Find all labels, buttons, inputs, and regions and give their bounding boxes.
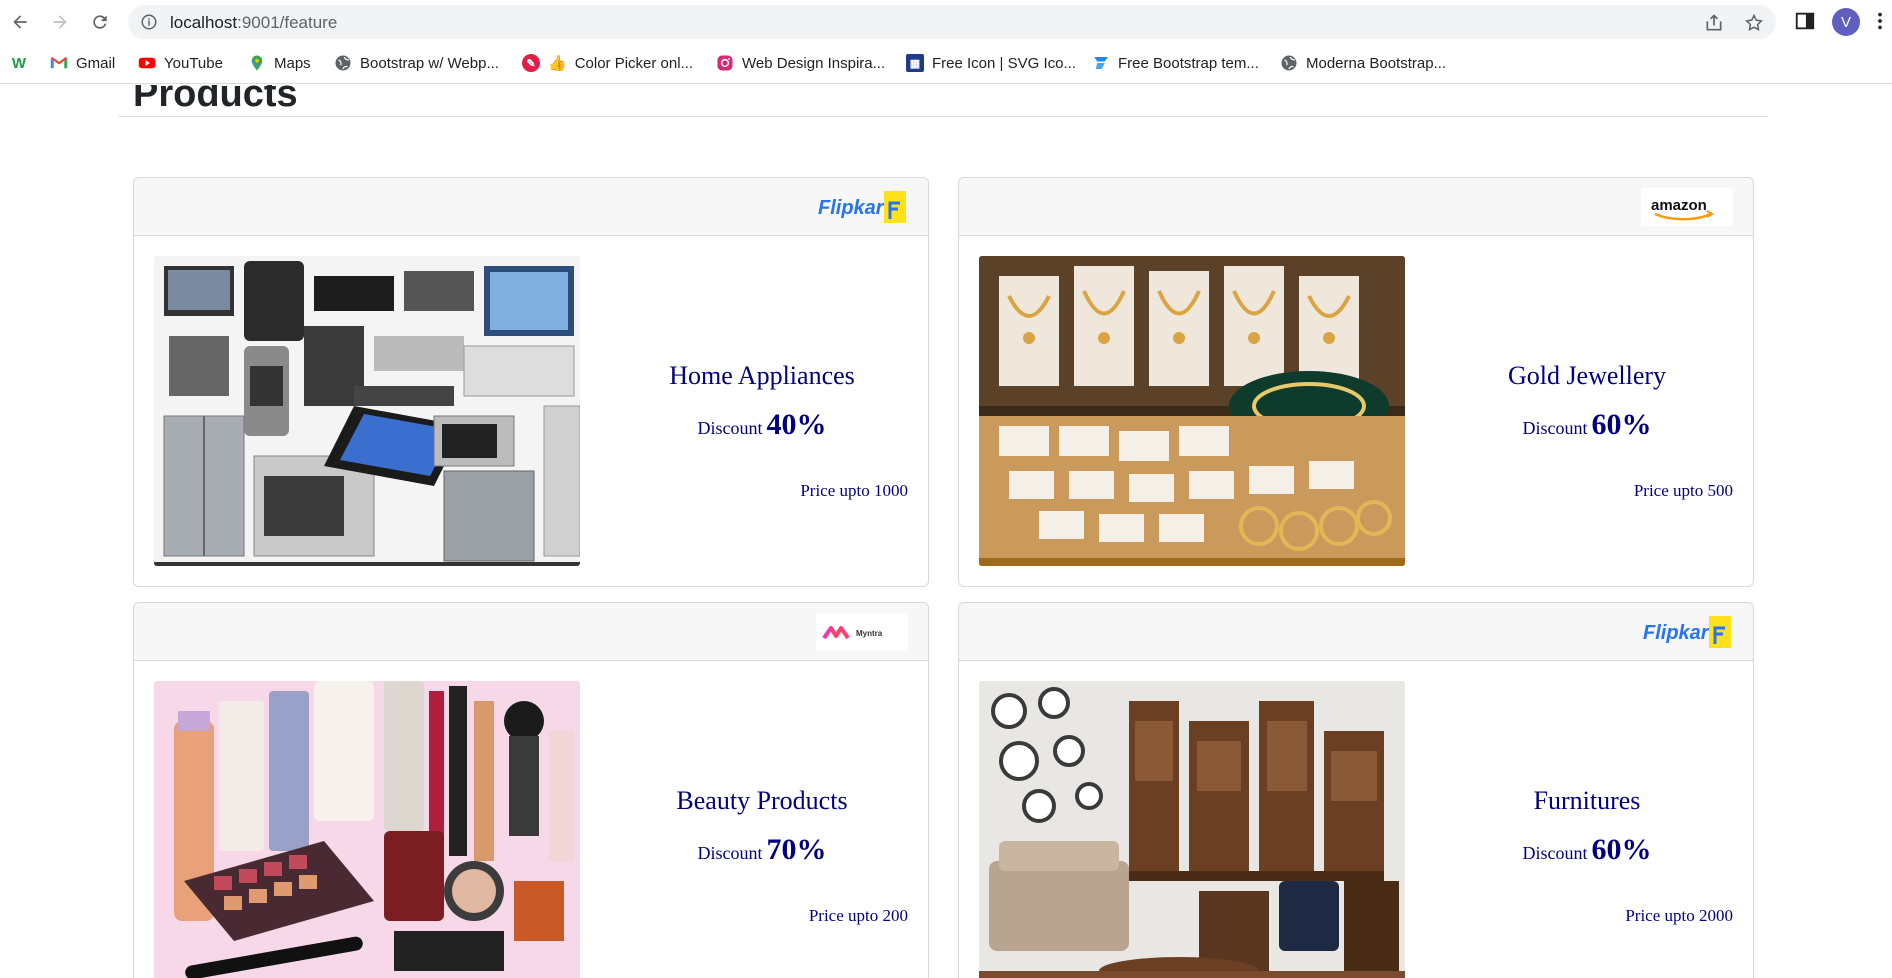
url-text[interactable]: localhost:9001/feature: [170, 13, 337, 33]
discount-label: Discount: [1522, 843, 1588, 863]
discount-label: Discount: [697, 418, 763, 438]
price-text: Price upto 200: [808, 906, 908, 925]
amazon-logo: amazon: [1641, 188, 1733, 226]
bookmark-label: Maps: [274, 54, 311, 72]
bookmark-label: Gmail: [76, 54, 116, 72]
info-icon[interactable]: [140, 13, 158, 31]
bookmark-web-design-inspiration[interactable]: Web Design Inspira...: [716, 52, 885, 74]
card-body: Home Appliances Discount 40% Price upto …: [134, 236, 928, 586]
profile-avatar[interactable]: V: [1832, 8, 1860, 36]
discount: Discount 60%: [1479, 833, 1695, 867]
myntra-logo: Myntra: [816, 613, 908, 651]
price-text: Price upto 1000: [800, 481, 908, 500]
product-title: Home Appliances: [669, 361, 855, 390]
url-host: localhost: [170, 13, 238, 32]
instagram-icon: [717, 55, 733, 71]
svg-text:amazon: amazon: [1651, 197, 1707, 214]
bookmark-label: Moderna Bootstrap...: [1306, 54, 1447, 72]
bookmark-label: Free Icon | SVG Ico...: [932, 54, 1076, 72]
reload-button[interactable]: [86, 8, 114, 36]
svg-text:Myntra: Myntra: [856, 629, 883, 638]
side-panel-icon[interactable]: [1794, 10, 1816, 32]
price-text: Price upto 2000: [1625, 906, 1733, 925]
thumbs-up-icon: 👍: [548, 55, 567, 72]
bookmark-label: Web Design Inspira...: [742, 54, 886, 72]
product-title: Furnitures: [1533, 786, 1641, 815]
card-header: Flipkart: [134, 178, 928, 236]
card-body: Beauty Products Discount 70% Price upto …: [134, 661, 928, 978]
product-card[interactable]: Flipkart: [958, 602, 1754, 978]
discount: Discount 40%: [654, 408, 870, 442]
bookmark-free-bootstrap[interactable]: Free Bootstrap tem...: [1092, 52, 1259, 74]
card-body: Gold Jewellery Discount 60% Price upto 5…: [959, 236, 1753, 586]
svg-text:Flipkart: Flipkart: [818, 197, 892, 219]
bookmark-youtube[interactable]: YouTube: [138, 52, 223, 74]
globe-icon: [335, 55, 351, 71]
beauty-products-image: [154, 681, 580, 978]
color-picker-icon: ✎: [522, 54, 540, 72]
product-title: Beauty Products: [676, 786, 848, 815]
maps-icon: [251, 55, 263, 71]
discount-value: 70%: [766, 833, 827, 866]
youtube-icon: [138, 57, 156, 69]
discount-label: Discount: [1522, 418, 1588, 438]
address-bar[interactable]: localhost:9001/feature: [128, 5, 1776, 39]
bookmark-gmail[interactable]: Gmail: [50, 52, 115, 74]
card-body: Furnitures Discount 60% Price upto 2000: [959, 661, 1753, 978]
reload-icon: [93, 15, 107, 29]
bootstrap-template-icon: [1094, 57, 1108, 69]
bookmarks-bar: W Gmail YouTube Maps Bootstrap w/ Webp..…: [0, 44, 1892, 84]
price-text: Price upto 500: [1633, 481, 1733, 500]
url-path: :9001/feature: [237, 13, 338, 32]
forward-button[interactable]: [46, 8, 74, 36]
bookmark-label: Bootstrap w/ Webp...: [360, 54, 499, 72]
arrow-left-icon: [13, 15, 27, 29]
bookmark-label: Color Picker onl...: [574, 54, 694, 72]
bookmark-moderna-bootstrap[interactable]: Moderna Bootstrap...: [1280, 52, 1446, 74]
browser-toolbar: localhost:9001/feature V: [0, 0, 1892, 44]
bookmark-w[interactable]: W: [10, 52, 36, 74]
product-card[interactable]: Myntra Beauty Products Discount 70% Pric…: [133, 602, 929, 978]
furnitures-image: [979, 681, 1405, 978]
heading-divider: [118, 116, 1768, 117]
bookmark-bootstrap-webp[interactable]: Bootstrap w/ Webp...: [334, 52, 499, 74]
bookmark-maps[interactable]: Maps: [248, 52, 311, 74]
bookmark-label: YouTube: [164, 54, 223, 72]
card-header: Myntra: [134, 603, 928, 661]
gmail-icon: [50, 57, 68, 69]
discount-label: Discount: [697, 843, 763, 863]
home-appliances-image: [154, 256, 580, 566]
share-icon[interactable]: [1704, 13, 1724, 33]
product-card[interactable]: amazon Gold Jewellery Discount 60% Price…: [958, 177, 1754, 587]
svg-text:Flipkart: Flipkart: [1643, 622, 1717, 644]
discount-value: 60%: [1591, 408, 1652, 441]
discount: Discount 60%: [1479, 408, 1695, 442]
w-icon: W: [11, 54, 27, 72]
star-icon[interactable]: [1744, 13, 1764, 33]
flipkart-logo: Flipkart: [816, 188, 908, 226]
gold-jewellery-image: [979, 256, 1405, 566]
page-content: Products Flipkart Home Appliances Discou…: [0, 85, 1892, 978]
discount-value: 40%: [766, 408, 827, 441]
product-title: Gold Jewellery: [1507, 361, 1667, 390]
globe-icon: [1281, 55, 1297, 71]
arrow-right-icon: [53, 15, 67, 29]
bookmark-color-picker[interactable]: ✎ 👍 Color Picker onl...: [522, 52, 693, 74]
product-card[interactable]: Flipkart: [133, 177, 929, 587]
bookmark-free-icon[interactable]: ▦ Free Icon | SVG Ico...: [906, 52, 1076, 74]
discount-value: 60%: [1591, 833, 1652, 866]
discount: Discount 70%: [654, 833, 870, 867]
flipkart-logo: Flipkart: [1641, 613, 1733, 651]
card-header: amazon: [959, 178, 1753, 236]
page-title: Products: [133, 85, 298, 115]
kebab-menu-icon[interactable]: [1874, 10, 1886, 32]
back-button[interactable]: [6, 8, 34, 36]
bookmark-label: Free Bootstrap tem...: [1118, 54, 1259, 72]
svg-icon: ▦: [906, 54, 924, 72]
card-header: Flipkart: [959, 603, 1753, 661]
